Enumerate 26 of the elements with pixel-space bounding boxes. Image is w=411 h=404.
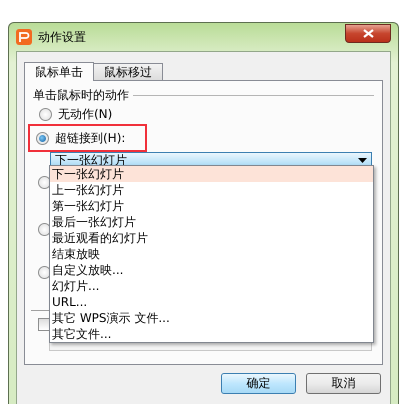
select-value: 下一张幻灯片 (55, 152, 128, 168)
dropdown-item[interactable]: 其它 WPS演示 文件... (50, 310, 373, 326)
close-icon (362, 29, 374, 38)
window-title: 动作设置 (38, 28, 86, 46)
radio-button[interactable] (36, 132, 49, 144)
dropdown-item[interactable]: 最后一张幻灯片 (50, 214, 373, 230)
dropdown-item[interactable]: 其它文件... (50, 326, 373, 342)
dropdown-item[interactable]: 结束放映 (50, 246, 373, 262)
tab[interactable]: 鼠标单击 (24, 62, 94, 81)
dropdown-item[interactable]: 上一张幻灯片 (50, 182, 373, 198)
dropdown-item[interactable]: 幻灯片... (50, 278, 373, 294)
option-label: 无动作(N) (58, 106, 112, 122)
group-title: 单击鼠标时的动作 (33, 87, 129, 104)
dialog-button[interactable]: 取消 (306, 373, 381, 394)
dropdown-item[interactable]: 最近观看的幻灯片 (50, 230, 373, 246)
close-button[interactable] (345, 24, 391, 43)
option-label: 超链接到(H): (55, 130, 126, 146)
radio-button[interactable] (39, 108, 52, 120)
dropdown-item[interactable]: 下一张幻灯片 (50, 166, 373, 182)
dropdown-item[interactable]: URL... (50, 294, 373, 310)
dialog-button[interactable]: 确定 (221, 373, 296, 394)
caret-icon (358, 158, 367, 162)
app-icon (16, 29, 32, 45)
dropdown-item[interactable]: 第一张幻灯片 (50, 198, 373, 214)
tab[interactable]: 鼠标移过 (93, 63, 163, 80)
dropdown-item[interactable]: 自定义放映... (50, 262, 373, 278)
